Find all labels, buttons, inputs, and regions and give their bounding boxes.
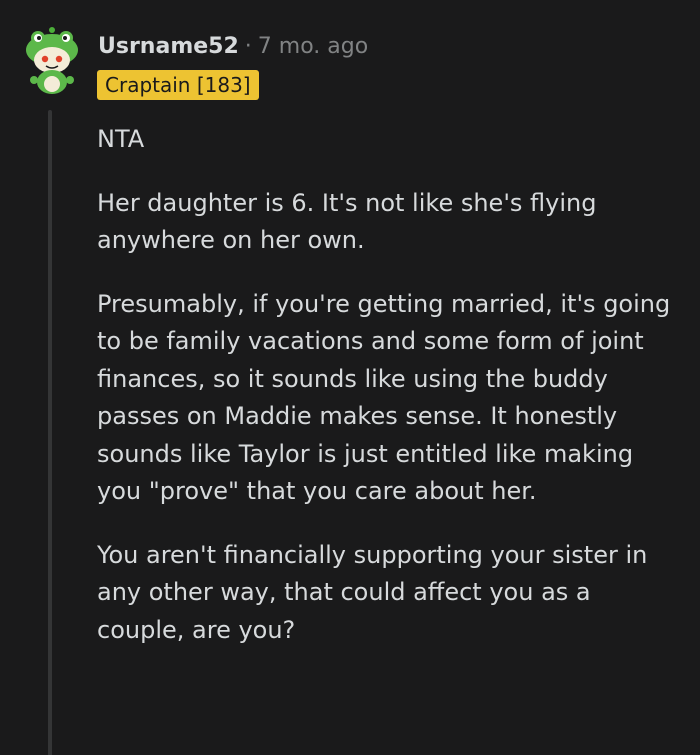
comment-body: NTA Her daughter is 6. It's not like she…	[97, 121, 682, 675]
comment-header: Usrname52 · 7 mo. ago	[98, 33, 368, 61]
comment: Usrname52 · 7 mo. ago Craptain [183] NTA H…	[0, 0, 700, 755]
snoo-frog-hat-avatar-icon	[26, 27, 78, 94]
comment-paragraph: Her daughter is 6. It's not like she's f…	[97, 188, 597, 255]
user-flair: Craptain [183]	[97, 70, 259, 100]
comment-paragraph: Presumably, if you're getting married, i…	[97, 289, 671, 506]
thread-collapse-line[interactable]	[48, 110, 52, 755]
username-link[interactable]: Usrname52	[98, 34, 239, 59]
comment-paragraph: You aren't financially supporting your s…	[97, 540, 648, 644]
timestamp[interactable]: 7 mo. ago	[258, 34, 368, 59]
comment-paragraph: NTA	[97, 125, 145, 153]
meta-separator: ·	[244, 34, 252, 59]
user-avatar[interactable]	[22, 26, 82, 96]
